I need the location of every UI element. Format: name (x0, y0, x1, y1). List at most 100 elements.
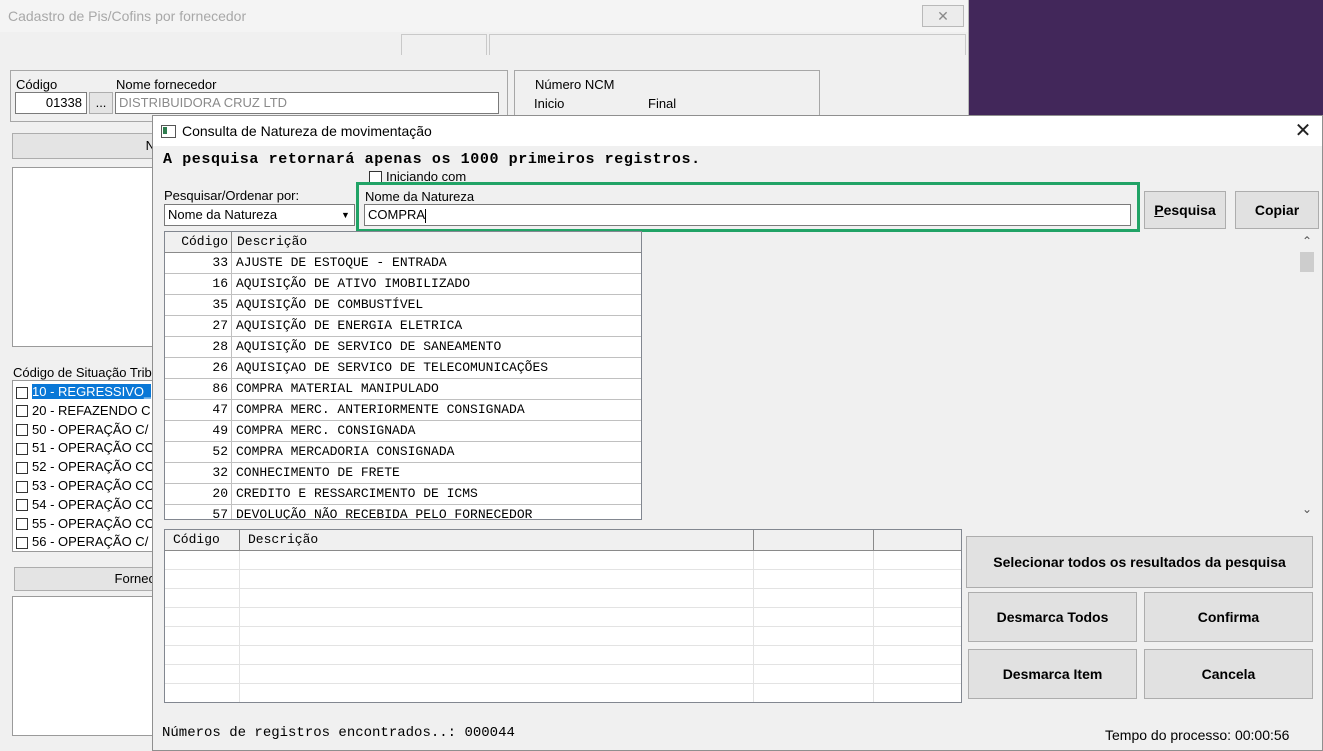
checkbox[interactable] (16, 442, 28, 455)
cst-item[interactable]: 52 - OPERAÇÃO CO (16, 458, 161, 477)
col-codigo-header[interactable]: Código (165, 232, 232, 252)
nome-fornecedor-value: DISTRIBUIDORA CRUZ LTD (119, 95, 288, 110)
cst-list[interactable]: 10 - REGRESSIVO_ 20 - REFAZENDO C 50 - O… (12, 380, 162, 552)
close-icon[interactable]: ✕ (1288, 119, 1318, 143)
scroll-down-icon[interactable]: ⌄ (1298, 501, 1316, 518)
copiar-button[interactable]: Copiar (1235, 191, 1319, 229)
col-divider (873, 551, 874, 702)
table-row[interactable]: 20 CREDITO E RESSARCIMENTO DE ICMS (165, 484, 641, 505)
cell-descricao: COMPRA MATERIAL MANIPULADO (236, 381, 439, 396)
table-row[interactable]: 33 AJUSTE DE ESTOQUE - ENTRADA (165, 253, 641, 274)
fornecedor-lookup-button[interactable]: ... (89, 92, 113, 114)
cst-item-label: 51 - OPERAÇÃO CO (32, 440, 155, 456)
cst-item[interactable]: 54 - OPERAÇÃO CO (16, 496, 161, 515)
cst-item[interactable]: 50 - OPERAÇÃO C/ (16, 421, 161, 440)
sel-col-descricao-header[interactable]: Descrição (248, 530, 318, 550)
search-limit-notice: A pesquisa retornará apenas os 1000 prim… (163, 151, 701, 168)
bg-tab-stub-2[interactable] (489, 34, 966, 55)
table-row[interactable]: 57 DEVOLUÇÃO NÃO RECEBIDA PELO FORNECEDOR (165, 505, 641, 519)
scroll-up-icon[interactable]: ⌃ (1298, 233, 1316, 250)
cst-item-label: 50 - OPERAÇÃO C/ (32, 421, 149, 437)
confirma-button[interactable]: Confirma (1144, 592, 1313, 642)
cell-codigo: 86 (165, 379, 232, 399)
col-divider (873, 530, 874, 550)
cell-descricao: AQUISIÇÃO DE SERVICO DE SANEAMENTO (236, 339, 502, 354)
desmarca-item-button[interactable]: Desmarca Item (968, 649, 1137, 699)
table-row[interactable]: 32 CONHECIMENTO DE FRETE (165, 463, 641, 484)
table-row[interactable]: 49 COMPRA MERC. CONSIGNADA (165, 421, 641, 442)
pesquisar-ordenar-select[interactable]: Nome da Natureza ▼ (164, 204, 355, 226)
nome-fornecedor-field[interactable]: DISTRIBUIDORA CRUZ LTD (115, 92, 499, 114)
cst-item-label: 52 - OPERAÇÃO CO (32, 459, 155, 475)
cst-item[interactable]: 56 - OPERAÇÃO C/ (16, 533, 161, 552)
bg-tab-stub-1[interactable] (401, 34, 487, 55)
checkbox[interactable] (16, 405, 28, 418)
background-close-button[interactable]: ✕ (922, 5, 964, 27)
cell-codigo: 52 (165, 442, 232, 462)
col-descricao-header[interactable]: Descrição (237, 232, 307, 252)
search-field-label: Nome da Natureza (365, 189, 475, 204)
pesquisa-button[interactable]: Pesquisa (1144, 191, 1226, 229)
ncm-inicio-label: Inicio (534, 96, 565, 111)
col-divider (753, 530, 754, 550)
cst-item[interactable]: 53 - OPERAÇÃO CO (16, 477, 161, 496)
selected-items-grid[interactable]: Código Descrição (164, 529, 962, 703)
desmarca-todos-button[interactable]: Desmarca Todos (968, 592, 1137, 642)
results-grid[interactable]: Código Descrição 33 AJUSTE DE ESTOQUE - E… (164, 231, 642, 520)
table-row[interactable]: 47 COMPRA MERC. ANTERIORMENTE CONSIGNADA (165, 400, 641, 421)
checkbox[interactable] (16, 480, 28, 493)
cst-item[interactable]: 20 - REFAZENDO C (16, 402, 161, 421)
natureza-dialog: Consulta de Natureza de movimentação ✕ A… (152, 115, 1323, 751)
cell-codigo: 35 (165, 295, 232, 315)
cancela-button[interactable]: Cancela (1144, 649, 1313, 699)
checkbox[interactable] (16, 536, 28, 549)
ncm-final-label: Final (648, 96, 677, 111)
search-input[interactable]: COMPRA (364, 204, 1131, 226)
iniciando-com-option[interactable]: Iniciando com (369, 169, 466, 183)
checkbox[interactable] (16, 518, 28, 531)
bg-fornec-button[interactable]: Fornec (14, 567, 162, 591)
cst-item-label: 54 - OPERAÇÃO CO (32, 496, 155, 512)
cst-item-label: 56 - OPERAÇÃO C/ (32, 534, 149, 550)
cst-item[interactable]: 51 - OPERAÇÃO CO (16, 439, 161, 458)
cell-descricao: CONHECIMENTO DE FRETE (236, 465, 400, 480)
bg-partial-button[interactable]: N (12, 133, 162, 159)
cell-codigo: 33 (165, 253, 232, 273)
dialog-titlebar: Consulta de Natureza de movimentação ✕ (153, 116, 1322, 146)
cell-descricao: COMPRA MERC. CONSIGNADA (236, 423, 416, 438)
table-row[interactable]: 35 AQUISIÇÃO DE COMBUSTÍVEL (165, 295, 641, 316)
cell-descricao: COMPRA MERC. ANTERIORMENTE CONSIGNADA (236, 402, 525, 417)
records-found-label: Números de registros encontrados..: (162, 725, 457, 741)
background-title: Cadastro de Pis/Cofins por fornecedor (8, 8, 247, 24)
bg-fornec-pane[interactable] (12, 596, 162, 736)
cst-item[interactable]: 55 - OPERAÇÃO CO (16, 515, 161, 534)
checkbox[interactable] (16, 499, 28, 512)
pesquisar-ordenar-value: Nome da Natureza (168, 207, 278, 222)
process-time-value: 00:00:56 (1234, 727, 1290, 743)
cell-codigo: 32 (165, 463, 232, 483)
table-row[interactable]: 86 COMPRA MATERIAL MANIPULADO (165, 379, 641, 400)
codigo-field[interactable]: 01338 (15, 92, 87, 114)
table-row[interactable]: 28 AQUISIÇÃO DE SERVICO DE SANEAMENTO (165, 337, 641, 358)
results-scrollbar[interactable]: ⌃ ⌄ (1298, 233, 1316, 519)
cst-label: Código de Situação Trib (13, 365, 152, 380)
checkbox[interactable] (16, 461, 28, 474)
checkbox[interactable] (16, 424, 28, 437)
table-row[interactable]: 26 AQUISIÇAO DE SERVICO DE TELECOMUNICAÇÕ… (165, 358, 641, 379)
cst-item[interactable]: 10 - REGRESSIVO_ (16, 383, 161, 402)
selecionar-todos-button[interactable]: Selecionar todos os resultados da pesqui… (966, 536, 1313, 588)
table-row[interactable]: 27 AQUISIÇÃO DE ENERGIA ELETRICA (165, 316, 641, 337)
cell-codigo: 27 (165, 316, 232, 336)
scroll-thumb[interactable] (1300, 252, 1314, 272)
sel-col-codigo-header[interactable]: Código (173, 530, 220, 550)
col-divider (239, 530, 240, 550)
col-divider (239, 551, 240, 702)
table-row[interactable]: 52 COMPRA MERCADORIA CONSIGNADA (165, 442, 641, 463)
bg-list-pane[interactable] (12, 167, 162, 347)
chevron-down-icon[interactable]: ▼ (337, 205, 354, 225)
table-row[interactable]: 16 AQUISIÇÃO DE ATIVO IMOBILIZADO (165, 274, 641, 295)
checkbox[interactable] (16, 386, 28, 399)
cell-descricao: AQUISIÇAO DE SERVICO DE TELECOMUNICAÇÕES (236, 360, 549, 375)
col-divider (753, 551, 754, 702)
cell-descricao: AQUISIÇÃO DE ATIVO IMOBILIZADO (236, 276, 471, 291)
